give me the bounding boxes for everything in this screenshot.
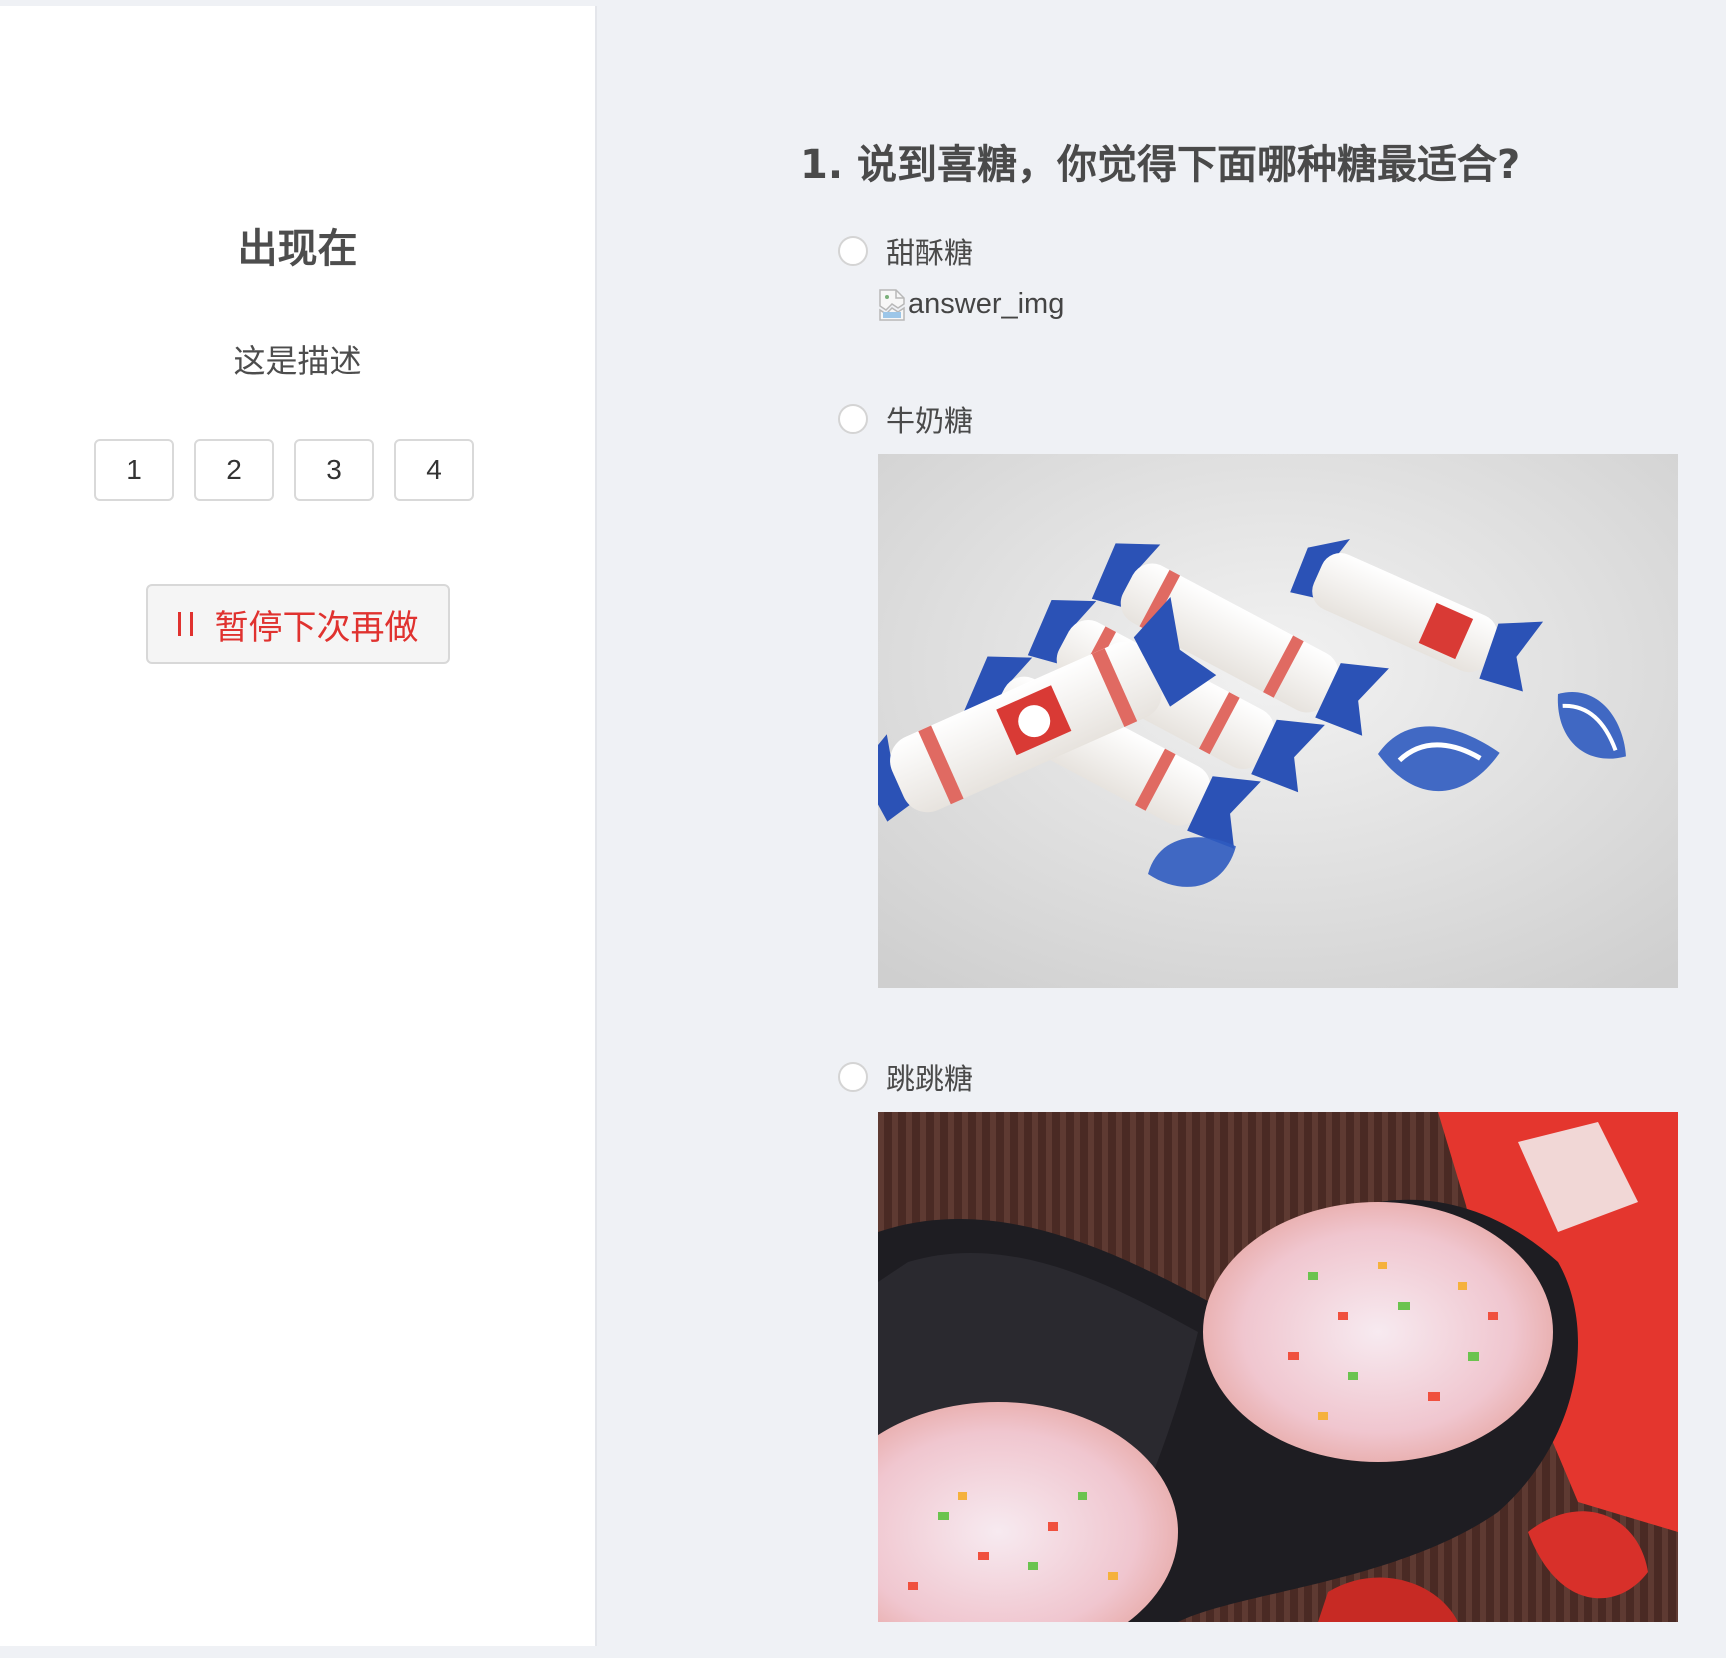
option-1-radio[interactable] [838, 236, 868, 266]
popping-candy-photo [878, 1112, 1678, 1622]
option-3-label: 跳跳糖 [886, 1062, 974, 1096]
pause-button-label: 暂停下次再做 [214, 607, 419, 648]
option-2-radio[interactable] [838, 404, 868, 434]
page-button-4[interactable]: 4 [394, 439, 474, 501]
question-title: 1. 说到喜糖，你觉得下面哪种糖最适合? [800, 142, 1521, 188]
survey-sidebar: 出现在 这是描述 1 2 3 4 暂停下次再做 [0, 6, 597, 1646]
page-button-3[interactable]: 3 [294, 439, 374, 501]
option-1-label: 甜酥糖 [886, 236, 974, 270]
option-1[interactable]: 甜酥糖 [838, 230, 973, 272]
pause-button[interactable]: 暂停下次再做 [146, 584, 450, 664]
option-3-image [878, 1112, 1678, 1646]
option-1-image-alt: answer_img [908, 288, 1065, 320]
page-button-2[interactable]: 2 [194, 439, 274, 501]
option-1-image: answer_img [878, 288, 1064, 322]
option-2-label: 牛奶糖 [886, 404, 974, 438]
option-2-image [878, 454, 1678, 988]
option-3[interactable]: 跳跳糖 [838, 1056, 973, 1098]
page-navigation: 1 2 3 4 [94, 439, 474, 501]
broken-image-icon [879, 289, 905, 321]
survey-title: 出现在 [237, 226, 358, 272]
option-2[interactable]: 牛奶糖 [838, 398, 973, 440]
page-button-1[interactable]: 1 [94, 439, 174, 501]
white-rabbit-candy-photo [878, 454, 1678, 988]
option-3-radio[interactable] [838, 1062, 868, 1092]
pause-icon [177, 611, 193, 637]
survey-description: 这是描述 [233, 342, 362, 380]
